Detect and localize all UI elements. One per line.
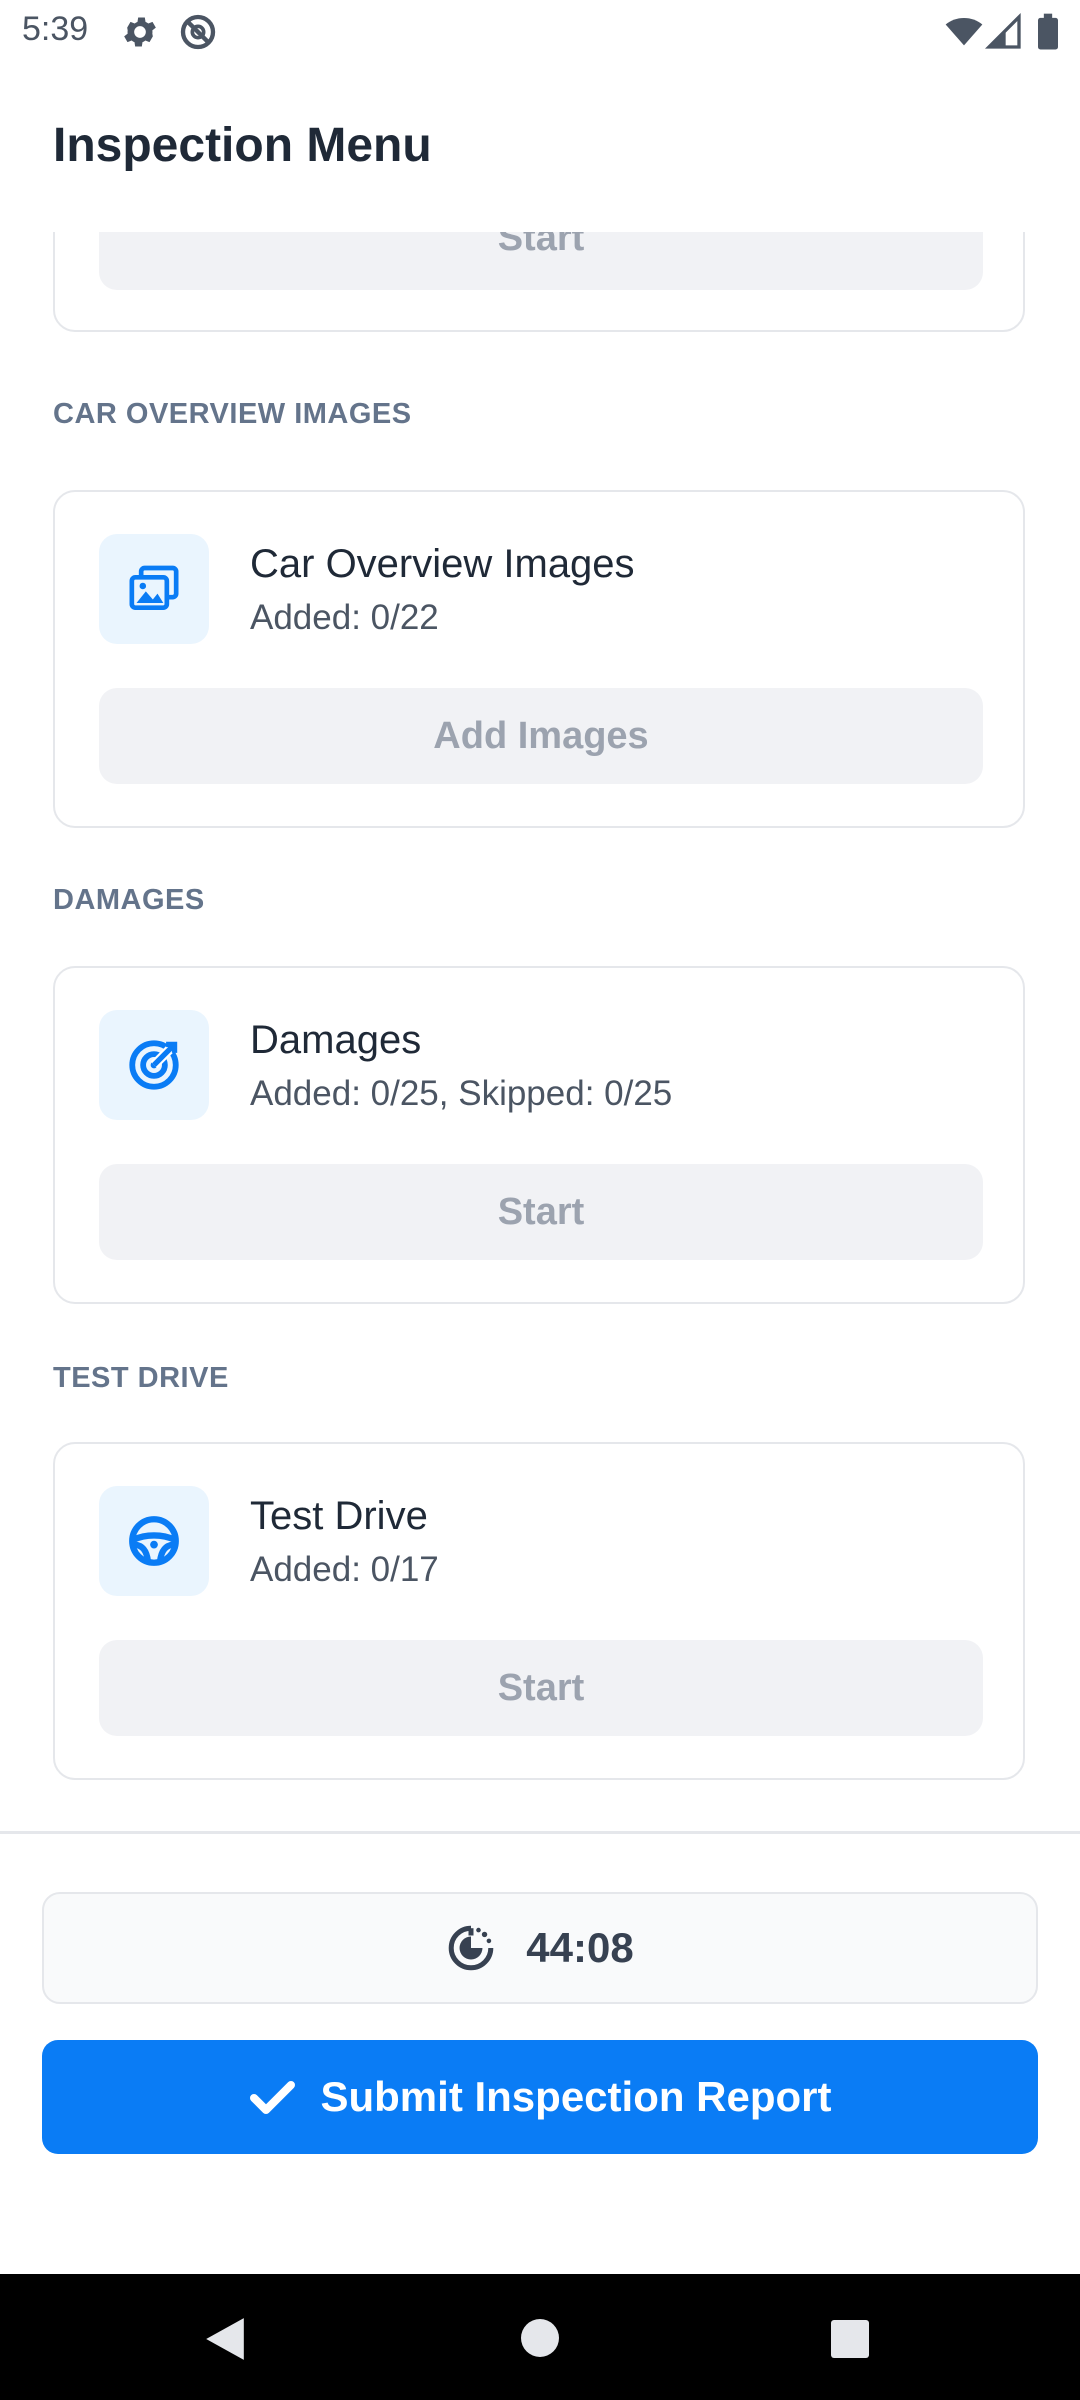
test-drive-start-button[interactable]: Start — [99, 1640, 983, 1736]
scroll-area[interactable]: Start CAR OVERVIEW IMAGES Car Overview I… — [0, 232, 1080, 1830]
damages-start-button[interactable]: Start — [99, 1164, 983, 1260]
section-label-car-overview: CAR OVERVIEW IMAGES — [53, 398, 412, 430]
divider — [0, 1831, 1080, 1834]
timer-box: 44:08 — [42, 1892, 1038, 2004]
partial-start-button[interactable]: Start — [99, 232, 983, 290]
recents-icon[interactable] — [830, 2319, 870, 2359]
submit-label: Submit Inspection Report — [320, 2073, 832, 2120]
card-title: Test Drive — [250, 1494, 428, 1538]
home-icon[interactable] — [520, 2318, 560, 2358]
gear-icon — [124, 17, 156, 47]
do-not-disturb-icon — [180, 14, 216, 50]
partial-card: Start — [53, 232, 1025, 332]
section-label-damages: DAMAGES — [53, 884, 205, 916]
card-subtitle: Added: 0/22 — [250, 598, 439, 637]
add-images-button[interactable]: Add Images — [99, 688, 983, 784]
status-time: 5:39 — [22, 10, 89, 48]
icon-tile — [99, 534, 209, 644]
timer-value: 44:08 — [526, 1924, 634, 1971]
status-bar: 5:39 — [0, 0, 1080, 64]
icon-tile — [99, 1486, 209, 1596]
card-title: Damages — [250, 1018, 422, 1062]
steering-wheel-icon — [129, 1516, 179, 1566]
section-label-test-drive: TEST DRIVE — [53, 1362, 229, 1394]
navigation-bar — [0, 2274, 1080, 2400]
target-icon — [129, 1040, 179, 1090]
battery-icon — [1038, 13, 1058, 50]
images-icon — [129, 565, 179, 610]
timer-icon — [449, 1925, 494, 1971]
icon-tile — [99, 1010, 209, 1120]
card-car-overview-images: Car Overview Images Added: 0/22 Add Imag… — [53, 490, 1025, 828]
card-subtitle: Added: 0/17 — [250, 1550, 439, 1589]
card-subtitle: Added: 0/25, Skipped: 0/25 — [250, 1074, 673, 1113]
card-test-drive: Test Drive Added: 0/17 Start — [53, 1442, 1025, 1780]
card-title: Car Overview Images — [250, 542, 635, 586]
submit-inspection-report-button[interactable]: Submit Inspection Report — [42, 2040, 1038, 2154]
card-damages: Damages Added: 0/25, Skipped: 0/25 Start — [53, 966, 1025, 1304]
signal-icon — [984, 12, 1021, 49]
wifi-icon — [945, 18, 983, 46]
page-title: Inspection Menu — [53, 119, 432, 172]
back-icon[interactable] — [204, 2316, 246, 2362]
check-icon — [250, 2081, 296, 2114]
